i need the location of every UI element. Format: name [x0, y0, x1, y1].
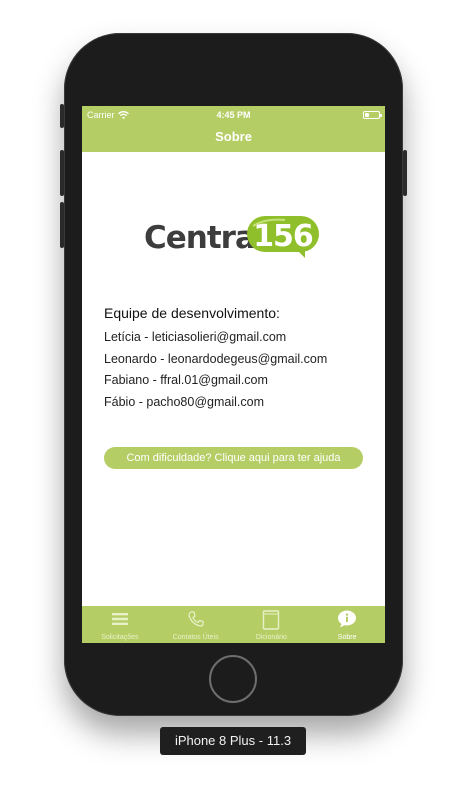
- team-member: Fábio - pacho80@gmail.com: [104, 394, 264, 409]
- battery-icon: [363, 111, 382, 119]
- team-member: Leonardo - leonardodegeus@gmail.com: [104, 351, 328, 366]
- device-label: iPhone 8 Plus - 11.3: [160, 727, 306, 755]
- navigation-bar: Sobre: [82, 126, 385, 152]
- phone-icon: [188, 611, 204, 627]
- volume-down-button: [60, 202, 64, 248]
- tab-solicitacoes[interactable]: Solicitações: [82, 606, 158, 643]
- team-member: Fabiano - ffral.01@gmail.com: [104, 373, 268, 387]
- tab-contatos-uteis[interactable]: Contatos Úteis: [158, 606, 234, 643]
- tab-bar: Solicitações Contatos Úteis Dicionário S…: [82, 606, 385, 643]
- list-icon: [111, 613, 128, 625]
- tab-label: Dicionário: [255, 634, 287, 641]
- help-button[interactable]: Com dificuldade? Clique aqui para ter aj…: [104, 447, 363, 469]
- tab-label: Solicitações: [101, 634, 139, 641]
- info-bubble-icon: [338, 610, 357, 628]
- book-icon: [263, 610, 280, 630]
- tab-label: Sobre: [337, 634, 357, 641]
- mute-switch: [60, 104, 64, 128]
- team-heading: Equipe de desenvolvimento:: [104, 305, 280, 321]
- logo-number: 156: [253, 219, 314, 254]
- status-bar: Carrier 4:45 PM: [82, 106, 385, 126]
- tab-label: Contatos Úteis: [172, 634, 219, 641]
- power-button: [403, 150, 407, 196]
- tab-dicionario[interactable]: Dicionário: [234, 606, 310, 643]
- team-section: Equipe de desenvolvimento: Letícia - let…: [104, 305, 374, 413]
- volume-up-button: [60, 150, 64, 196]
- central-156-logo: Central 156: [144, 212, 324, 268]
- battery-fill: [365, 113, 369, 117]
- team-member: Letícia - leticiasolieri@gmail.com: [104, 330, 287, 344]
- tab-sobre[interactable]: Sobre: [309, 606, 385, 643]
- home-button[interactable]: [209, 655, 257, 703]
- page-title: Sobre: [215, 129, 252, 144]
- app-screen: Carrier 4:45 PM Sobre Central 156 Equipe…: [82, 106, 385, 643]
- status-time: 4:45 PM: [216, 110, 251, 120]
